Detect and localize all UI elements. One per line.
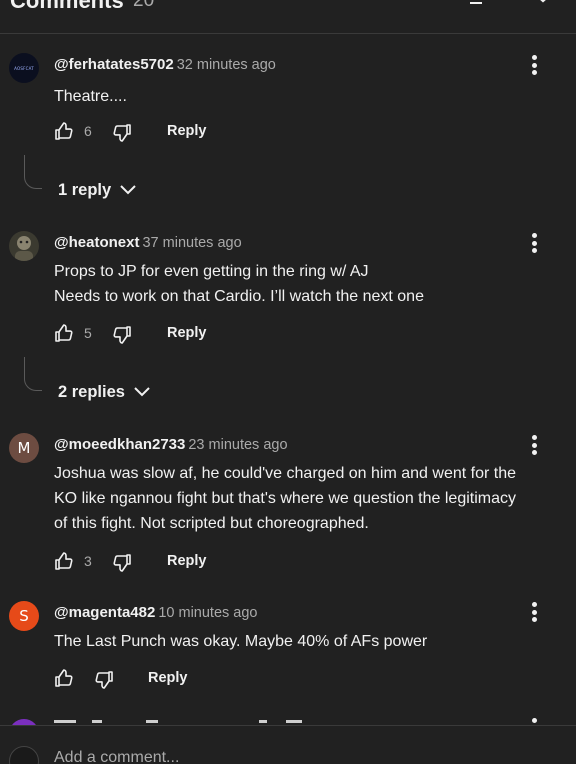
- comment-author[interactable]: @heatonext: [54, 234, 139, 251]
- more-vert-icon[interactable]: [524, 231, 544, 255]
- more-vert-icon[interactable]: [524, 433, 544, 457]
- more-vert-icon[interactable]: [524, 600, 544, 624]
- comment-text-line: Theatre....: [54, 88, 127, 105]
- comment-time[interactable]: 37 minutes ago: [142, 235, 241, 251]
- comments-header: Comments 20: [0, 0, 576, 34]
- comment-author[interactable]: @moeedkhan2733: [54, 436, 185, 453]
- replies-label: 2 replies: [58, 382, 125, 401]
- comment-text: Theatre....: [54, 84, 566, 109]
- comment-text-line: KO like ngannou fight but that's where w…: [54, 490, 516, 507]
- dislike-icon[interactable]: [112, 553, 132, 573]
- reply-button[interactable]: Reply: [167, 325, 207, 341]
- like-count: 6: [84, 123, 92, 139]
- comment-actions: 5 Reply: [54, 323, 354, 345]
- comment-author-line: @ferhatates5702 32 minutes ago: [54, 56, 276, 73]
- sort-icon[interactable]: [470, 0, 484, 8]
- like-icon[interactable]: [54, 323, 74, 343]
- comment-author[interactable]: @magenta482: [54, 604, 155, 621]
- more-vert-icon[interactable]: [524, 53, 544, 77]
- comment-author[interactable]: @ferhatates5702: [54, 56, 174, 73]
- comment-time[interactable]: 23 minutes ago: [188, 437, 287, 453]
- comment-author-line-partial: [54, 720, 304, 724]
- chevron-down-icon: [134, 387, 150, 397]
- avatar[interactable]: M: [9, 433, 39, 463]
- dislike-icon[interactable]: [112, 325, 132, 345]
- comment-author-line: @moeedkhan2733 23 minutes ago: [54, 436, 288, 453]
- comment-text: The Last Punch was okay. Maybe 40% of AF…: [54, 629, 566, 654]
- comments-title: Comments: [10, 0, 124, 13]
- reply-button[interactable]: Reply: [148, 670, 188, 686]
- comments-count: 20: [133, 0, 155, 11]
- avatar[interactable]: [9, 231, 39, 261]
- avatar[interactable]: AOSFCAT: [9, 53, 39, 83]
- comments-panel: Comments 20 AOSFCAT @ferhatates5702 32 mi…: [0, 0, 576, 764]
- avatar-letter: S: [19, 607, 29, 625]
- like-count: 3: [84, 553, 92, 569]
- comment-text-line: of this fight. Not scripted but choreogr…: [54, 515, 369, 532]
- replies-label: 1 reply: [58, 180, 112, 199]
- view-replies-button[interactable]: 1 reply: [58, 178, 137, 202]
- comment-text-line: Needs to work on that Cardio. I’ll watch…: [54, 288, 424, 305]
- comment-time[interactable]: 32 minutes ago: [177, 57, 276, 73]
- comment-text-line: The Last Punch was okay. Maybe 40% of AF…: [54, 633, 428, 650]
- like-icon[interactable]: [54, 121, 74, 141]
- dislike-icon[interactable]: [112, 123, 132, 143]
- thread-connector: [24, 155, 42, 189]
- comment-text-line: Joshua was slow af, he could've charged …: [54, 465, 516, 482]
- comment-author-line: @heatonext 37 minutes ago: [54, 234, 242, 251]
- close-icon[interactable]: [532, 0, 554, 8]
- comment-actions: 6 Reply: [54, 121, 354, 143]
- avatar-letter: M: [17, 439, 31, 457]
- avatar-logo-text: AOSFCAT: [14, 65, 34, 71]
- comment-text: Joshua was slow af, he could've charged …: [54, 461, 566, 536]
- like-count: 5: [84, 325, 92, 341]
- reply-button[interactable]: Reply: [167, 123, 207, 139]
- chevron-down-icon: [120, 185, 136, 195]
- thread-connector: [24, 357, 42, 391]
- avatar: [9, 746, 39, 764]
- comment-time[interactable]: 10 minutes ago: [158, 605, 257, 621]
- comment-actions: Reply: [54, 668, 354, 690]
- like-icon[interactable]: [54, 668, 74, 688]
- comment-text-line: Props to JP for even getting in the ring…: [54, 263, 369, 280]
- comment-author-line: @magenta482 10 minutes ago: [54, 604, 258, 621]
- avatar[interactable]: S: [9, 601, 39, 631]
- dislike-icon[interactable]: [94, 670, 114, 690]
- add-comment-bar: Add a comment...: [0, 725, 576, 764]
- view-replies-button[interactable]: 2 replies: [58, 380, 151, 404]
- like-icon[interactable]: [54, 551, 74, 571]
- comment-actions: 3 Reply: [54, 551, 354, 573]
- comment-text: Props to JP for even getting in the ring…: [54, 259, 566, 309]
- reply-button[interactable]: Reply: [167, 553, 207, 569]
- add-comment-input[interactable]: Add a comment...: [54, 749, 179, 764]
